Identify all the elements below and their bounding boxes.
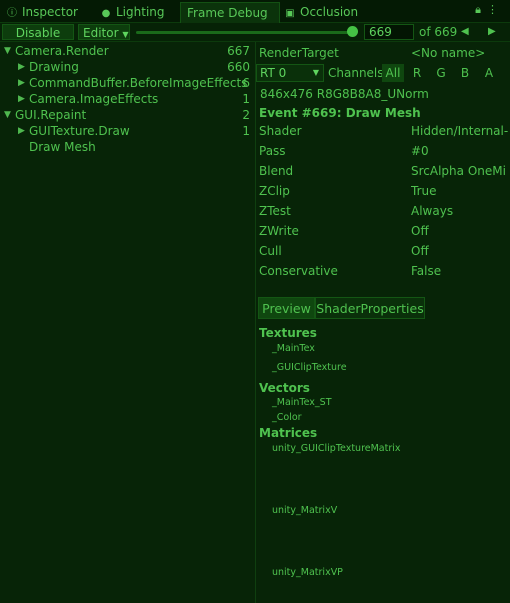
matrix-item: unity_MatrixV bbox=[272, 505, 338, 516]
event-details-panel: RenderTarget <No name> RT 0 ▼ Channels A… bbox=[256, 42, 510, 603]
vectors-header: Vectors bbox=[259, 381, 310, 395]
render-target-value[interactable]: <No name> bbox=[411, 45, 509, 61]
channel-b-toggle[interactable]: B bbox=[454, 64, 476, 82]
vector-item: _Color bbox=[272, 412, 302, 423]
prop-label: Cull bbox=[259, 244, 282, 258]
event-tree: ▼ Camera.Render 667 ▶ Drawing 660 ▶ Comm… bbox=[0, 42, 256, 603]
prop-value: Off bbox=[411, 244, 429, 258]
tab-occlusion[interactable]: ▣ Occlusion bbox=[284, 2, 358, 22]
prop-value: False bbox=[411, 264, 442, 278]
expand-down-icon[interactable]: ▼ bbox=[4, 107, 11, 123]
tree-item-guitexture-draw[interactable]: ▶ GUITexture.Draw 1 bbox=[0, 123, 255, 139]
prop-label: Conservative bbox=[259, 264, 338, 278]
tab-lighting[interactable]: ● Lighting bbox=[100, 2, 165, 22]
tree-item-drawing[interactable]: ▶ Drawing 660 bbox=[0, 59, 255, 75]
tree-item-camera-imageeffects[interactable]: ▶ Camera.ImageEffects 1 bbox=[0, 91, 255, 107]
expand-right-icon[interactable]: ▶ bbox=[18, 75, 25, 91]
event-index-field[interactable]: 669 bbox=[364, 24, 414, 40]
render-target-format: 846x476 R8G8B8A8_UNorm bbox=[260, 87, 429, 101]
tree-item-commandbuffer[interactable]: ▶ CommandBuffer.BeforeImageEffects 6 bbox=[0, 75, 255, 91]
tree-item-gui-repaint[interactable]: ▼ GUI.Repaint 2 bbox=[0, 107, 255, 123]
channel-a-toggle[interactable]: A bbox=[478, 64, 500, 82]
tab-inspector[interactable]: ⓘ Inspector bbox=[6, 2, 78, 22]
event-total-label: of 669 bbox=[419, 25, 458, 39]
event-slider-thumb[interactable] bbox=[347, 26, 358, 37]
texture-item: _GUIClipTexture bbox=[272, 362, 347, 373]
prop-label: Pass bbox=[259, 144, 286, 158]
tab-shader-properties[interactable]: ShaderProperties bbox=[315, 297, 425, 319]
occlusion-icon: ▣ bbox=[285, 8, 295, 19]
tree-item-camera-render[interactable]: ▼ Camera.Render 667 bbox=[0, 43, 255, 59]
matrix-item: unity_GUIClipTextureMatrix bbox=[272, 443, 401, 454]
rt-select-dropdown[interactable]: RT 0 ▼ bbox=[256, 64, 324, 82]
channels-label: Channels bbox=[328, 66, 384, 80]
tree-item-draw-mesh[interactable]: Draw Mesh bbox=[0, 139, 255, 155]
info-icon: ⓘ bbox=[7, 8, 17, 19]
frame-debugger-toolbar: Disable Editor ▼ 669 of 669 ◀ ▶ bbox=[0, 23, 510, 42]
prop-label: Shader bbox=[259, 124, 302, 138]
expand-right-icon[interactable]: ▶ bbox=[18, 59, 25, 75]
more-options-icon[interactable]: ⋮ bbox=[487, 3, 504, 16]
prop-label: ZTest bbox=[259, 204, 291, 218]
expand-right-icon[interactable]: ▶ bbox=[18, 91, 25, 107]
disable-button[interactable]: Disable bbox=[2, 24, 74, 40]
textures-header: Textures bbox=[259, 326, 317, 340]
chevron-down-icon: ▼ bbox=[312, 68, 319, 77]
tab-frame-debug[interactable]: Frame Debug bbox=[180, 2, 280, 23]
next-event-icon[interactable]: ▶ bbox=[488, 24, 496, 40]
lock-icon[interactable]: 🔒︎ bbox=[475, 3, 487, 16]
lightbulb-icon: ● bbox=[101, 8, 111, 19]
prop-value: Off bbox=[411, 224, 429, 238]
editor-dropdown[interactable]: Editor ▼ bbox=[78, 24, 130, 40]
matrices-header: Matrices bbox=[259, 426, 318, 440]
channel-r-toggle[interactable]: R bbox=[406, 64, 428, 82]
prop-value: Always bbox=[411, 204, 454, 218]
event-slider-track[interactable] bbox=[136, 31, 354, 34]
prop-value: #0 bbox=[411, 144, 429, 158]
tab-preview[interactable]: Preview bbox=[258, 297, 315, 319]
prev-event-icon[interactable]: ◀ bbox=[461, 24, 469, 40]
matrix-item: unity_MatrixVP bbox=[272, 567, 343, 578]
expand-down-icon[interactable]: ▼ bbox=[4, 43, 11, 59]
prop-label: ZClip bbox=[259, 184, 290, 198]
render-target-label: RenderTarget bbox=[259, 46, 339, 60]
texture-item: _MainTex bbox=[272, 343, 315, 354]
vector-item: _MainTex_ST bbox=[272, 397, 332, 408]
prop-value: True bbox=[411, 184, 437, 198]
chevron-down-icon: ▼ bbox=[122, 30, 129, 39]
prop-label: Blend bbox=[259, 164, 294, 178]
channel-all-toggle[interactable]: All bbox=[382, 64, 404, 82]
expand-right-icon[interactable]: ▶ bbox=[18, 123, 25, 139]
window-tab-bar: ⓘ Inspector ● Lighting Frame Debug ▣ Occlus… bbox=[0, 0, 510, 23]
event-title: Event #669: Draw Mesh bbox=[259, 106, 421, 120]
prop-value: Hidden/Internal- bbox=[411, 124, 509, 138]
prop-label: ZWrite bbox=[259, 224, 299, 238]
channel-g-toggle[interactable]: G bbox=[430, 64, 452, 82]
prop-value: SrcAlpha OneMi bbox=[411, 164, 506, 178]
